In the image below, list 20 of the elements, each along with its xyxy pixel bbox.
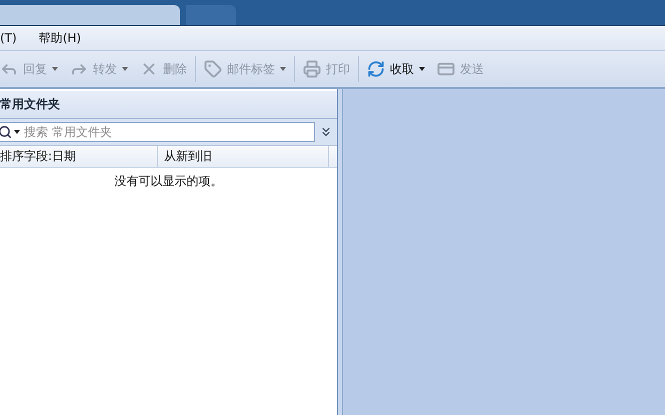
refresh-icon <box>367 60 385 78</box>
caret-icon <box>122 67 128 71</box>
window-tab[interactable] <box>186 5 236 25</box>
caret-icon <box>14 130 20 134</box>
menu-item[interactable]: 帮助(H) <box>38 30 82 46</box>
caret-icon <box>280 67 286 71</box>
tag-icon <box>204 60 222 78</box>
printer-icon <box>303 60 321 78</box>
toolbar-button[interactable]: 收取 <box>361 54 431 84</box>
card-icon <box>437 60 455 78</box>
search-icon <box>0 125 12 139</box>
sort-order-header[interactable]: 从新到旧 <box>158 146 329 167</box>
menu-item[interactable]: (T) <box>0 31 17 45</box>
window-tab[interactable] <box>0 5 180 25</box>
empty-message: 没有可以显示的项。 <box>114 173 224 190</box>
search-field[interactable]: 搜索 常用文件夹 <box>0 122 315 142</box>
caret-icon <box>419 67 425 71</box>
caret-icon <box>52 67 58 71</box>
sort-field-header[interactable]: 排序字段:日期 <box>0 146 158 167</box>
pane-title: 常用文件夹 <box>0 96 60 113</box>
